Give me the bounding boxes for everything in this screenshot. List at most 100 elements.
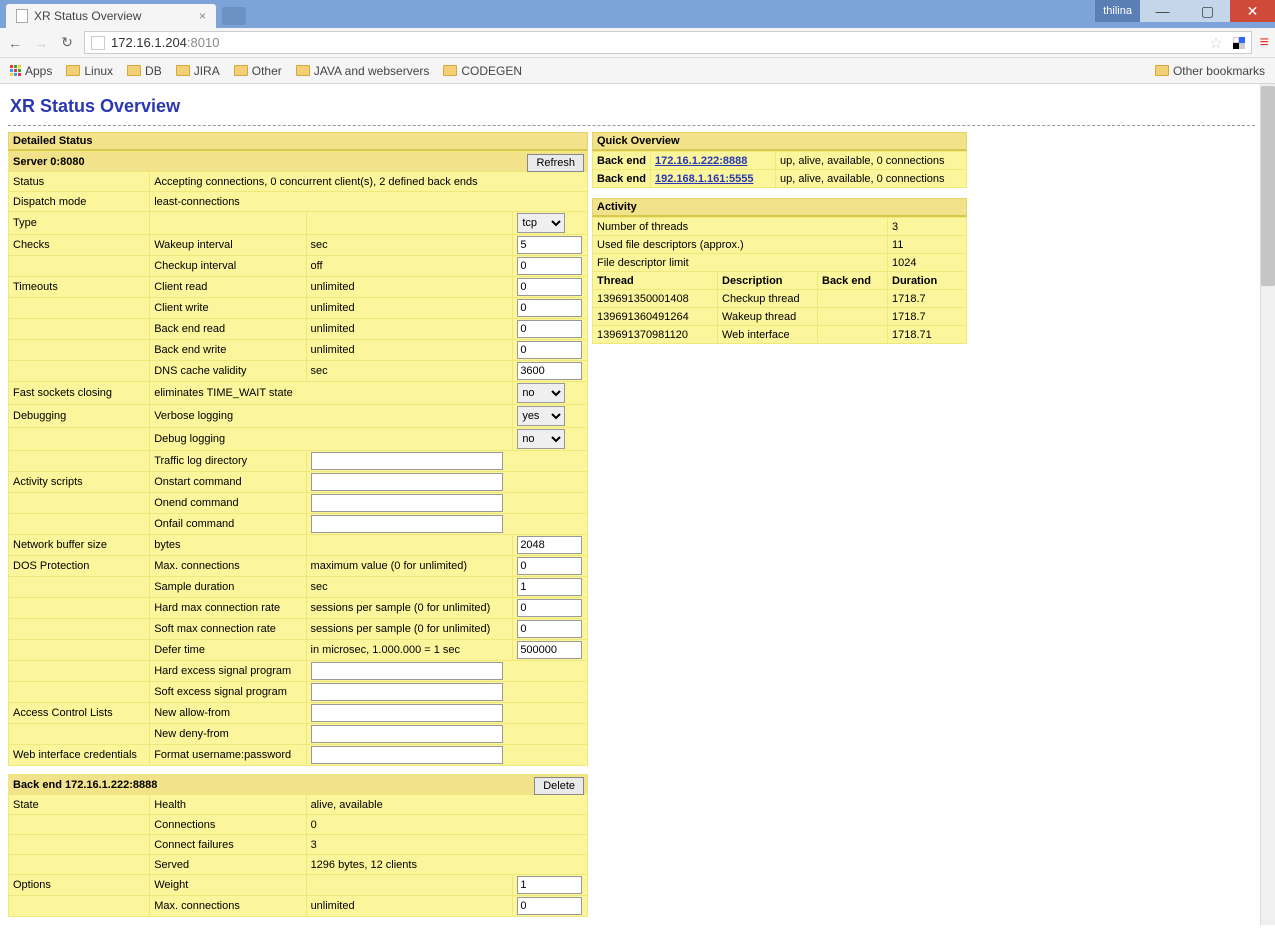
backend-write-label: Back end write [150, 340, 306, 361]
delete-button[interactable]: Delete [534, 777, 584, 795]
backend-read-input[interactable] [517, 320, 582, 338]
browser-nav-bar: ← → ↻ 172.16.1.204:8010 ☆ ≡ [0, 28, 1275, 58]
debug-log-select[interactable]: no [517, 429, 565, 449]
debugging-label: Debugging [9, 405, 150, 428]
backend-link-2[interactable]: 192.168.1.161:5555 [655, 173, 753, 185]
folder-icon [234, 65, 248, 76]
webcred-input[interactable] [311, 746, 503, 764]
close-icon[interactable]: × [199, 9, 206, 23]
page-content: XR Status Overview Detailed Status Serve… [0, 84, 1275, 925]
dns-input[interactable] [517, 362, 582, 380]
refresh-button[interactable]: Refresh [527, 154, 584, 172]
bookmark-star-icon[interactable]: ☆ [1209, 34, 1222, 52]
other-bookmarks[interactable]: Other bookmarks [1155, 64, 1265, 78]
window-close-button[interactable]: ✕ [1230, 0, 1275, 22]
quick-overview-heading: Quick Overview [592, 132, 967, 151]
apps-button[interactable]: Apps [10, 64, 52, 78]
thread-row: 139691350001408Checkup thread1718.7 [593, 290, 967, 308]
tab-title: XR Status Overview [34, 9, 141, 23]
checks-label: Checks [9, 235, 150, 256]
activity-heading: Activity [592, 198, 967, 217]
weight-input[interactable] [517, 876, 582, 894]
softprog-input[interactable] [311, 683, 503, 701]
traffic-dir-input[interactable] [311, 452, 503, 470]
maxconn-input[interactable] [517, 557, 582, 575]
type-label: Type [9, 212, 150, 235]
checkup-input[interactable] [517, 257, 582, 275]
folder-icon [296, 65, 310, 76]
thread-row: 139691370981120Web interface1718.71 [593, 326, 967, 344]
client-write-label: Client write [150, 298, 306, 319]
bookmark-codegen[interactable]: CODEGEN [443, 64, 522, 78]
hardprog-input[interactable] [311, 662, 503, 680]
reload-icon[interactable]: ↻ [58, 34, 76, 52]
minimize-button[interactable]: — [1140, 0, 1185, 22]
forward-icon[interactable]: → [32, 34, 50, 52]
folder-icon [443, 65, 457, 76]
onend-input[interactable] [311, 494, 503, 512]
detailed-status-table: Server 0:8080Refresh StatusAccepting con… [8, 151, 588, 766]
thread-row: 139691360491264Wakeup thread1718.7 [593, 308, 967, 326]
defer-input[interactable] [517, 641, 582, 659]
client-read-label: Client read [150, 277, 306, 298]
dns-label: DNS cache validity [150, 361, 306, 382]
backend-heading: Back end 172.16.1.222:8888Delete [9, 775, 588, 795]
user-chip[interactable]: thilina [1095, 0, 1140, 22]
maximize-button[interactable]: ▢ [1185, 0, 1230, 22]
be-maxconn-input[interactable] [517, 897, 582, 915]
be-options-label: Options [9, 875, 150, 896]
status-label: Status [9, 172, 150, 192]
dos-label: DOS Protection [9, 556, 150, 577]
backend-link-1[interactable]: 172.16.1.222:8888 [655, 155, 747, 167]
bookmark-bar: Apps Linux DB JIRA Other JAVA and webser… [0, 58, 1275, 84]
quick-overview-table: Back end172.16.1.222:8888up, alive, avai… [592, 151, 967, 188]
menu-icon[interactable]: ≡ [1260, 37, 1269, 49]
checkup-label: Checkup interval [150, 256, 306, 277]
netbuf-input[interactable] [517, 536, 582, 554]
client-read-input[interactable] [517, 278, 582, 296]
hardrate-input[interactable] [517, 599, 582, 617]
fast-sockets-label: Fast sockets closing [9, 382, 150, 405]
sample-input[interactable] [517, 578, 582, 596]
back-icon[interactable]: ← [6, 34, 24, 52]
browser-tab-strip: XR Status Overview × thilina — ▢ ✕ [0, 0, 1275, 28]
client-write-input[interactable] [517, 299, 582, 317]
folder-icon [66, 65, 80, 76]
timeouts-label: Timeouts [9, 277, 150, 298]
bookmark-other[interactable]: Other [234, 64, 282, 78]
bookmark-linux[interactable]: Linux [66, 64, 113, 78]
verbose-select[interactable]: yes [517, 406, 565, 426]
onfail-input[interactable] [311, 515, 503, 533]
address-bar[interactable]: 172.16.1.204:8010 ☆ [84, 31, 1252, 54]
fast-sockets-select[interactable]: no [517, 383, 565, 403]
allow-input[interactable] [311, 704, 503, 722]
dispatch-label: Dispatch mode [9, 192, 150, 212]
backend-table: Back end 172.16.1.222:8888Delete StateHe… [8, 774, 588, 917]
backend-write-input[interactable] [517, 341, 582, 359]
acl-label: Access Control Lists [9, 703, 150, 724]
bookmark-db[interactable]: DB [127, 64, 162, 78]
vertical-scrollbar[interactable] [1260, 84, 1275, 925]
site-icon [91, 36, 105, 50]
browser-tab[interactable]: XR Status Overview × [6, 4, 216, 28]
be-state-label: State [9, 795, 150, 815]
detailed-status-heading: Detailed Status [8, 132, 588, 151]
bookmark-jira[interactable]: JIRA [176, 64, 220, 78]
deny-input[interactable] [311, 725, 503, 743]
softrate-input[interactable] [517, 620, 582, 638]
delicious-icon[interactable] [1233, 37, 1245, 49]
wakeup-input[interactable] [517, 236, 582, 254]
scroll-thumb[interactable] [1261, 86, 1275, 286]
folder-icon [176, 65, 190, 76]
type-select[interactable]: tcp [517, 213, 565, 233]
new-tab-button[interactable] [222, 7, 246, 25]
dispatch-value: least-connections [150, 192, 588, 212]
bookmark-java[interactable]: JAVA and webservers [296, 64, 430, 78]
wakeup-unit: sec [306, 235, 513, 256]
server-heading: Server 0:8080Refresh [9, 152, 588, 172]
netbuf-label: Network buffer size [9, 535, 150, 556]
checkup-unit: off [306, 256, 513, 277]
apps-icon [10, 65, 21, 76]
onstart-input[interactable] [311, 473, 503, 491]
client-read-unit: unlimited [306, 277, 513, 298]
